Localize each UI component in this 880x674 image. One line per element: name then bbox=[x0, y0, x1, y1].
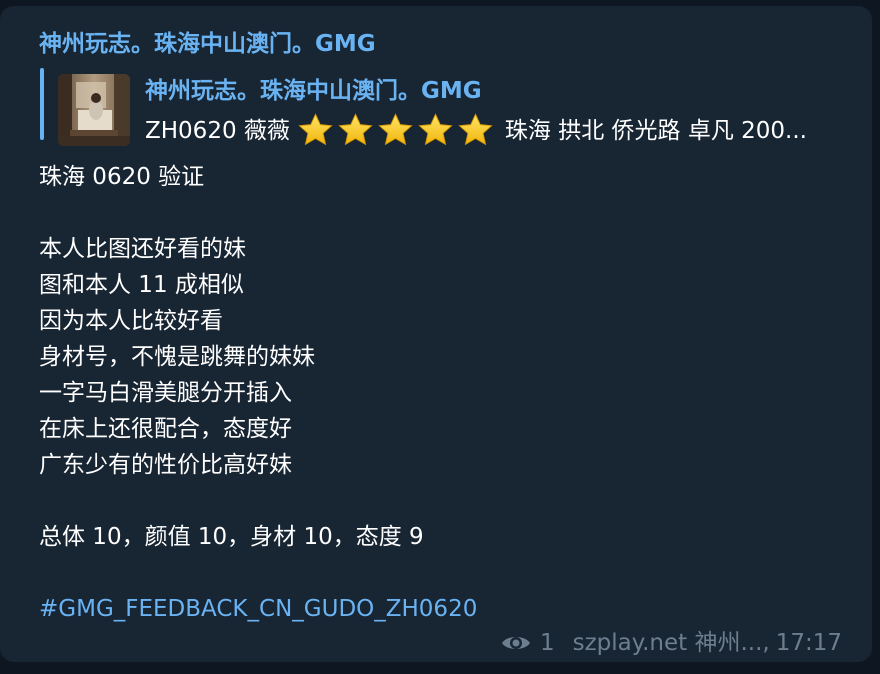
reply-text-before: ZH0620 薇薇 bbox=[145, 117, 290, 144]
reply-text-after: 珠海 拱北 侨光路 卓凡 200... bbox=[504, 117, 807, 144]
message-footer: 1 szplay.net 神州..., 17:17 bbox=[500, 626, 842, 660]
body-line: 总体 10，颜值 10，身材 10，态度 9 bbox=[39, 524, 424, 550]
body-line: 身材号，不愧是跳舞的妹妹 bbox=[39, 344, 315, 370]
rating-stars bbox=[296, 112, 495, 149]
reply-title: 神州玩志。珠海中山澳门。GMG bbox=[145, 78, 482, 104]
reply-text: ZH0620 薇薇 珠海 拱北 侨光路 卓凡 200... bbox=[145, 112, 845, 149]
room-photo-image bbox=[58, 74, 130, 146]
body-line: 本人比图还好看的妹 bbox=[39, 236, 246, 262]
sender-name[interactable]: 神州玩志。珠海中山澳门。GMG bbox=[39, 29, 376, 59]
body-line: 图和本人 11 成相似 bbox=[39, 272, 244, 298]
eye-icon bbox=[501, 637, 530, 649]
hashtag-link[interactable]: #GMG_FEEDBACK_CN_GUDO_ZH0620 bbox=[39, 591, 839, 627]
body-line: 广东少有的性价比高好妹 bbox=[39, 452, 292, 478]
post-time: 17:17 bbox=[775, 630, 842, 656]
star-icon bbox=[298, 113, 333, 146]
message-body: 珠海 0620 验证本人比图还好看的妹 图和本人 11 成相似 因为本人比较好看身材… bbox=[39, 159, 839, 627]
view-count: 1 bbox=[539, 630, 555, 656]
star-icon bbox=[338, 113, 373, 146]
star-icon bbox=[378, 113, 413, 146]
body-line: 因为本人比较好看 bbox=[39, 308, 223, 334]
body-line: 一字马白滑美腿分开插入 bbox=[39, 380, 292, 406]
reply-thumbnail bbox=[58, 74, 130, 146]
post-signature: szplay.net 神州..., bbox=[572, 630, 770, 656]
star-icon bbox=[458, 113, 493, 146]
reply-preview[interactable]: 神州玩志。珠海中山澳门。GMG ZH0620 薇薇 珠海 拱北 侨光路 卓凡 2… bbox=[40, 68, 850, 146]
body-line: 珠海 0620 验证 bbox=[39, 164, 205, 190]
body-line: 在床上还很配合，态度好 bbox=[39, 416, 292, 442]
message-bubble: 神州玩志。珠海中山澳门。GMG 神州玩志。珠海中山澳门。GMG ZH0620 薇… bbox=[0, 6, 872, 662]
reply-accent-bar bbox=[40, 68, 44, 140]
star-icon bbox=[418, 113, 453, 146]
